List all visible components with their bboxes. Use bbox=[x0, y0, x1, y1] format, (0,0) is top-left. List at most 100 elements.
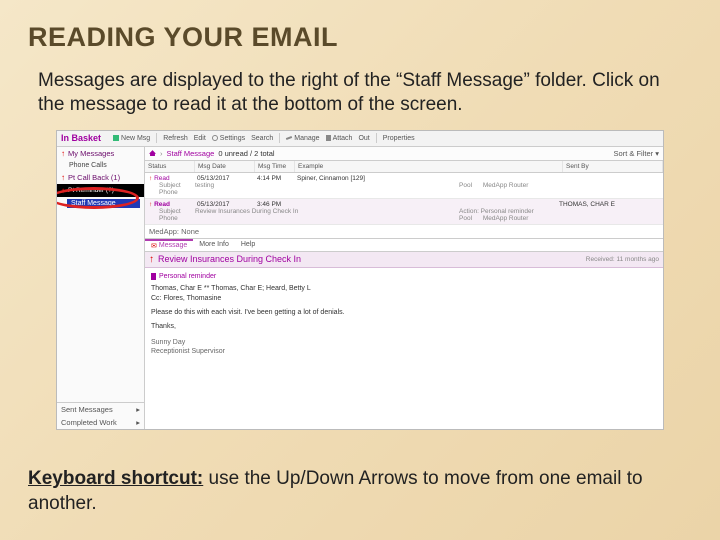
new-msg-label: New Msg bbox=[121, 135, 150, 142]
row-pool: Pool MedApp Router bbox=[459, 182, 659, 189]
row-status: ↑ Read bbox=[149, 175, 197, 182]
breadcrumb-current: Staff Message bbox=[167, 149, 215, 158]
tab-help[interactable]: Help bbox=[235, 239, 261, 251]
sidebar-label: Pt Reminder (?) bbox=[68, 187, 114, 194]
refresh-button[interactable]: Refresh bbox=[163, 135, 188, 142]
person-icon bbox=[326, 135, 331, 141]
wrench-icon bbox=[286, 136, 292, 140]
sort-filter-button[interactable]: Sort & Filter ▾ bbox=[614, 149, 659, 158]
breadcrumb: › Staff Message 0 unread / 2 total Sort … bbox=[145, 147, 663, 161]
new-msg-button[interactable]: New Msg bbox=[113, 135, 150, 142]
row-subject-label: Subject bbox=[149, 182, 195, 189]
attachment-bar: MedApp: None bbox=[145, 225, 663, 239]
sidebar-item-callback[interactable]: ↑Pt Call Back (1) bbox=[57, 171, 144, 184]
gear-icon bbox=[212, 135, 218, 141]
new-icon bbox=[113, 135, 119, 141]
detail-flag: Personal reminder bbox=[151, 272, 657, 282]
manage-button[interactable]: Manage bbox=[286, 135, 319, 142]
out-button[interactable]: Out bbox=[358, 135, 369, 142]
row-status: ↑ Read bbox=[149, 201, 197, 208]
slide-paragraph: Messages are displayed to the right of t… bbox=[0, 63, 720, 128]
sidebar-label: Completed Work bbox=[61, 418, 117, 427]
sidebar: ↑My Messages Phone Calls ↑Pt Call Back (… bbox=[57, 147, 145, 429]
detail-received: Received: 11 months ago bbox=[586, 256, 659, 263]
manage-label: Manage bbox=[294, 135, 319, 142]
tab-help-label: Help bbox=[241, 241, 255, 248]
attach-button[interactable]: Attach bbox=[326, 135, 353, 142]
row-patient bbox=[297, 201, 559, 208]
col-desc[interactable]: Example bbox=[295, 161, 563, 172]
properties-button[interactable]: Properties bbox=[383, 135, 415, 142]
signature-name: Sunny Day bbox=[151, 338, 657, 348]
sidebar-item-my-messages[interactable]: ↑My Messages bbox=[57, 147, 144, 160]
detail-flag-label: Personal reminder bbox=[159, 272, 216, 282]
tab-message-label: Message bbox=[159, 242, 187, 249]
detail-title: Review Insurances During Check In bbox=[158, 254, 301, 264]
col-date[interactable]: Msg Date bbox=[195, 161, 255, 172]
row-sent: THOMAS, CHAR E bbox=[559, 201, 659, 208]
sort-filter-label: Sort & Filter bbox=[614, 149, 654, 158]
message-row[interactable]: ↑ Read 05/13/2017 3:46 PM THOMAS, CHAR E… bbox=[145, 199, 663, 225]
tab-message[interactable]: ✉Message bbox=[145, 239, 193, 251]
settings-label: Settings bbox=[220, 135, 245, 142]
app-title: In Basket bbox=[61, 133, 101, 143]
priority-arrow-icon: ↑ bbox=[61, 173, 65, 182]
tab-more-info[interactable]: More Info bbox=[193, 239, 235, 251]
sidebar-item-sent[interactable]: Sent Messages▸ bbox=[57, 403, 144, 416]
message-row[interactable]: ↑ Read 05/13/2017 4:14 PM Spiner, Cinnam… bbox=[145, 173, 663, 199]
priority-arrow-icon: ↑ bbox=[149, 254, 154, 265]
row-sent bbox=[559, 175, 659, 182]
col-sent[interactable]: Sent By bbox=[563, 161, 663, 172]
col-status[interactable]: Status bbox=[145, 161, 195, 172]
priority-arrow-icon: ↑ bbox=[61, 186, 65, 195]
search-button[interactable]: Search bbox=[251, 135, 273, 142]
sidebar-item-phone[interactable]: Phone Calls bbox=[57, 160, 144, 171]
sidebar-item-completed[interactable]: Completed Work▸ bbox=[57, 416, 144, 429]
properties-label: Properties bbox=[383, 135, 415, 142]
priority-arrow-icon: ↑ bbox=[61, 149, 65, 158]
tab-more-label: More Info bbox=[199, 241, 229, 248]
main-pane: › Staff Message 0 unread / 2 total Sort … bbox=[145, 147, 663, 429]
search-label: Search bbox=[251, 135, 273, 142]
sidebar-label: Pt Call Back (1) bbox=[68, 173, 120, 182]
row-patient: Spiner, Cinnamon [129] bbox=[297, 175, 559, 182]
breadcrumb-meta: 0 unread / 2 total bbox=[218, 149, 274, 158]
detail-body: Personal reminder Thomas, Char E ** Thom… bbox=[145, 268, 663, 362]
slide-footer: Keyboard shortcut: use the Up/Down Arrow… bbox=[0, 459, 720, 526]
row-date: 05/13/2017 bbox=[197, 175, 257, 182]
sidebar-item-staff-message[interactable]: Staff Message bbox=[67, 199, 140, 208]
detail-body-text: Please do this with each visit. I've bee… bbox=[151, 308, 657, 318]
home-icon[interactable] bbox=[149, 150, 156, 156]
app-toolbar: In Basket New Msg Refresh Edit Settings … bbox=[57, 131, 663, 147]
out-label: Out bbox=[358, 135, 369, 142]
slide-title: READING YOUR EMAIL bbox=[0, 0, 720, 63]
sidebar-item-reminder[interactable]: ↑Pt Reminder (?) bbox=[57, 184, 144, 197]
edit-label: Edit bbox=[194, 135, 206, 142]
row-time: 3:46 PM bbox=[257, 201, 297, 208]
sidebar-label: My Messages bbox=[68, 149, 114, 158]
attach-label: Attach bbox=[333, 135, 353, 142]
row-pool: Pool MedApp Router bbox=[459, 215, 659, 222]
detail-header: ↑ Review Insurances During Check In Rece… bbox=[145, 252, 663, 268]
detail-thanks: Thanks, bbox=[151, 322, 657, 332]
inbasket-screenshot: In Basket New Msg Refresh Edit Settings … bbox=[56, 130, 664, 430]
edit-button[interactable]: Edit bbox=[194, 135, 206, 142]
refresh-label: Refresh bbox=[163, 135, 188, 142]
chevron-right-icon: › bbox=[160, 149, 163, 158]
row-action: Action: Personal reminder bbox=[459, 208, 659, 215]
col-time[interactable]: Msg Time bbox=[255, 161, 295, 172]
sidebar-label: Sent Messages bbox=[61, 405, 113, 414]
settings-button[interactable]: Settings bbox=[212, 135, 245, 142]
detail-cc: Cc: Flores, Thomasine bbox=[151, 294, 657, 304]
footer-label: Keyboard shortcut: bbox=[28, 468, 203, 489]
row-subject: Review Insurances During Check In bbox=[195, 208, 355, 215]
row-phone-label: Phone bbox=[149, 189, 195, 196]
detail-tabs: ✉Message More Info Help bbox=[145, 239, 663, 252]
column-headers: Status Msg Date Msg Time Example Sent By bbox=[145, 161, 663, 173]
flag-icon bbox=[151, 273, 156, 280]
row-date: 05/13/2017 bbox=[197, 201, 257, 208]
row-subject-label: Subject bbox=[149, 208, 195, 215]
detail-to: Thomas, Char E ** Thomas, Char E; Heard,… bbox=[151, 284, 657, 294]
row-time: 4:14 PM bbox=[257, 175, 297, 182]
row-phone-label: Phone bbox=[149, 215, 195, 222]
